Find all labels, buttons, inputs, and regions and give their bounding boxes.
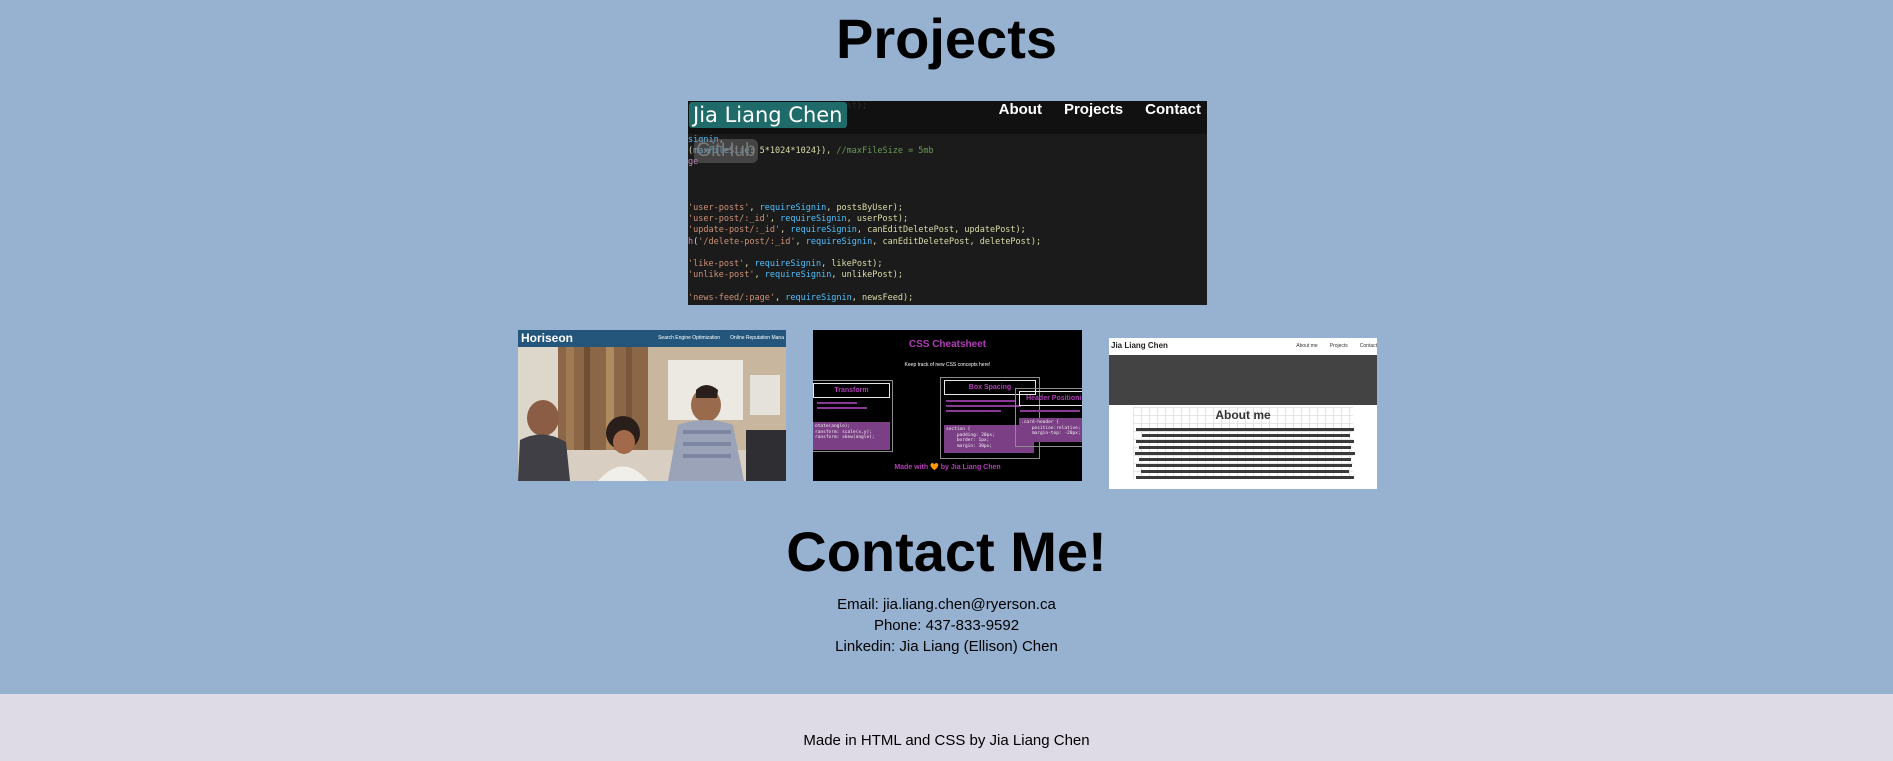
- portfolio-text-line: [1139, 458, 1351, 461]
- featured-logo: Jia Liang Chen: [689, 102, 847, 128]
- projects-heading: Projects: [836, 7, 1057, 70]
- portfolio-banner: [1109, 355, 1377, 405]
- transform-card-text: [817, 402, 857, 404]
- portfolio-about-heading: About me: [1215, 408, 1271, 422]
- horiseon-nav-reputation: Online Reputation Mana: [730, 335, 784, 341]
- portfolio-text-line: [1135, 452, 1355, 455]
- portfolio-nav-about: About me: [1296, 343, 1318, 349]
- featured-nav-contact: Contact: [1145, 101, 1201, 118]
- portfolio-project-thumbnail[interactable]: Jia Liang Chen About me Projects Contact…: [1109, 338, 1377, 489]
- horiseon-nav-seo: Search Engine Optimization: [658, 335, 721, 341]
- contact-phone: Phone: 437-833-9592: [873, 617, 1020, 634]
- portfolio-nav: About me Projects Contact: [1296, 343, 1377, 349]
- portfolio-brand: Jia Liang Chen: [1111, 341, 1168, 350]
- page-footer: Made in HTML and CSS by Jia Liang Chen: [0, 694, 1893, 761]
- portfolio-text-line: [1136, 440, 1354, 443]
- header-positioning-card-title: Header Positioning: [1019, 391, 1082, 406]
- featured-nav-about: About: [998, 101, 1042, 118]
- portfolio-nav-contact: Contact: [1359, 343, 1377, 349]
- contact-email: Email: jia.liang.chen@ryerson.ca: [837, 596, 1056, 613]
- box-spacing-card-text: [946, 400, 1016, 402]
- office-photo: [518, 347, 786, 481]
- cheatsheet-footer: Made with 🧡 by Jia Liang Chen: [894, 464, 1001, 471]
- featured-nav: About Projects Contact: [999, 101, 1201, 118]
- contact-heading: Contact Me!: [786, 520, 1107, 583]
- transform-card-title: Transform: [813, 383, 890, 398]
- cheatsheet-subtitle: Keep track of new CSS concepts here!: [904, 362, 991, 368]
- portfolio-text-line: [1136, 476, 1354, 479]
- portfolio-text-line: [1141, 470, 1349, 473]
- header-positioning-card-text: [1020, 410, 1080, 412]
- horiseon-project-thumbnail[interactable]: Horiseon Search Engine Optimization Onli…: [518, 330, 786, 481]
- cheatsheet-title: CSS Cheatsheet: [908, 339, 987, 350]
- contact-linkedin: Linkedin: Jia Liang (Ellison) Chen: [835, 638, 1058, 655]
- horiseon-nav: Search Engine Optimization Online Reputa…: [658, 334, 784, 342]
- github-overlay: GitHub: [694, 139, 758, 163]
- header-positioning-card-code: .card-header { position:relative; margin…: [1019, 418, 1082, 442]
- css-cheatsheet-project-thumbnail[interactable]: CSS Cheatsheet Keep track of new CSS con…: [813, 330, 1082, 481]
- portfolio-text-line: [1136, 464, 1352, 467]
- box-spacing-card-text: [946, 410, 1001, 412]
- horiseon-brand: Horiseon: [521, 331, 574, 345]
- footer-text: Made in HTML and CSS by Jia Liang Chen: [803, 732, 1090, 749]
- portfolio-text-line: [1139, 446, 1351, 449]
- transform-card-code: otate(angle); ransform: scale(x,y); rans…: [813, 422, 890, 450]
- portfolio-text-line: [1142, 434, 1350, 437]
- featured-nav-projects: Projects: [1063, 101, 1124, 118]
- portfolio-text-line: [1136, 428, 1354, 431]
- box-spacing-card-text: [946, 405, 1021, 407]
- portfolio-nav-projects: Projects: [1329, 343, 1348, 349]
- transform-card-text: [817, 407, 867, 409]
- featured-project-screenshot[interactable]: reatePost); signin, (maxFileSize: 5*1024…: [688, 101, 1207, 305]
